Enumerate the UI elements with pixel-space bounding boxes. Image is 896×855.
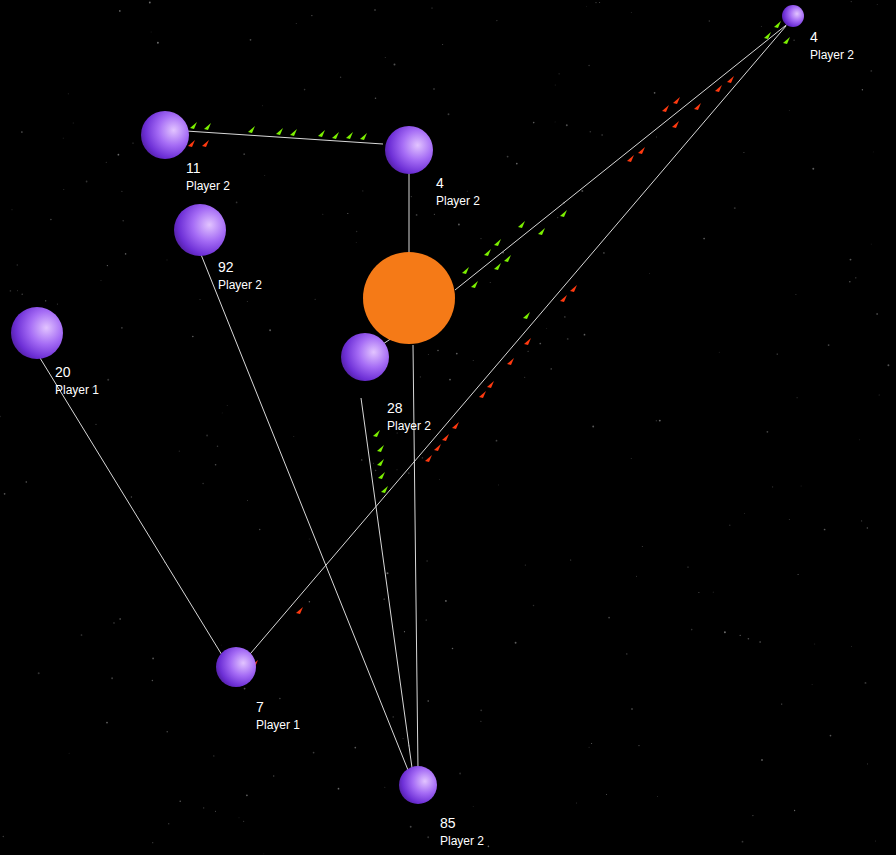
fleet-icon — [783, 37, 790, 44]
fleet-icon — [377, 445, 384, 452]
owner-label: Player 2 — [186, 177, 230, 195]
fleet-icon — [471, 281, 478, 288]
starfield — [0, 0, 896, 855]
fleet-icon — [202, 140, 209, 147]
fleet-icon — [487, 381, 494, 388]
fleet-icon — [523, 312, 530, 319]
fleet-icon — [494, 239, 501, 246]
fleets — [0, 0, 896, 855]
fleet-icon — [190, 122, 197, 129]
planet-label: 92Player 2 — [218, 258, 262, 294]
fleet-icon — [538, 228, 545, 235]
fleet-icon — [627, 155, 634, 162]
fleet-icon — [570, 285, 577, 292]
fleet-icon — [373, 430, 380, 437]
ship-count: 28 — [387, 399, 431, 417]
ship-count: 4 — [810, 28, 854, 46]
fleet-icon — [662, 105, 669, 112]
fleet-icon — [484, 249, 491, 256]
fleet-icon — [524, 338, 531, 345]
ship-count: 20 — [55, 363, 99, 381]
ship-count: 7 — [256, 698, 300, 716]
fleet-icon — [504, 255, 511, 262]
fleet-icon — [518, 221, 525, 228]
owner-label: Player 2 — [436, 192, 480, 210]
planet-label: 28Player 2 — [387, 399, 431, 435]
planet-label: 4Player 2 — [436, 174, 480, 210]
owner-label: Player 2 — [810, 46, 854, 64]
fleet-icon — [276, 128, 283, 135]
fleet-icon — [494, 263, 501, 270]
fleet-icon — [764, 32, 771, 39]
sun — [363, 252, 455, 344]
fleet-icon — [318, 130, 325, 137]
planet[interactable] — [11, 307, 63, 359]
fleet-icon — [672, 121, 679, 128]
fleet-icon — [377, 459, 384, 466]
planet[interactable] — [216, 647, 256, 687]
fleet-icon — [560, 295, 567, 302]
owner-label: Player 2 — [440, 832, 484, 850]
fleet-icon — [479, 391, 486, 398]
owner-label: Player 1 — [256, 716, 300, 734]
ship-count: 92 — [218, 258, 262, 276]
fleet-icon — [290, 129, 297, 136]
planet[interactable] — [385, 126, 433, 174]
fleet-icon — [507, 358, 514, 365]
fleet-icon — [673, 97, 680, 104]
planet-label: 11Player 2 — [186, 159, 230, 195]
fleet-icon — [442, 434, 449, 441]
fleet-icon — [204, 123, 211, 130]
planet[interactable] — [782, 5, 804, 27]
planet[interactable] — [399, 766, 437, 804]
fleet-icon — [560, 210, 567, 217]
planet[interactable] — [141, 111, 189, 159]
fleet-icon — [332, 132, 339, 139]
planet-label: 20Player 1 — [55, 363, 99, 399]
ship-count: 4 — [436, 174, 480, 192]
fleet-icon — [434, 444, 441, 451]
fleet-icon — [715, 85, 722, 92]
planet[interactable] — [174, 204, 226, 256]
fleet-icon — [378, 472, 385, 479]
owner-label: Player 2 — [218, 276, 262, 294]
planet-label: 85Player 2 — [440, 814, 484, 850]
fleet-icon — [462, 267, 469, 274]
routes — [0, 0, 896, 855]
owner-label: Player 1 — [55, 381, 99, 399]
owner-label: Player 2 — [387, 417, 431, 435]
fleet-icon — [188, 140, 195, 147]
fleet-icon — [694, 103, 701, 110]
fleet-icon — [381, 486, 388, 493]
ship-count: 11 — [186, 159, 230, 177]
planet-label: 4Player 2 — [810, 28, 854, 64]
fleet-icon — [452, 422, 459, 429]
fleet-icon — [638, 147, 645, 154]
fleet-icon — [346, 132, 353, 139]
fleet-icon — [296, 607, 303, 614]
fleet-icon — [360, 133, 367, 140]
game-board: 4Player 211Player 24Player 292Player 220… — [0, 0, 896, 855]
fleet-icon — [425, 455, 432, 462]
planet-label: 7Player 1 — [256, 698, 300, 734]
planet[interactable] — [341, 333, 389, 381]
ship-count: 85 — [440, 814, 484, 832]
fleet-icon — [248, 126, 255, 133]
fleet-icon — [727, 76, 734, 83]
fleet-icon — [774, 21, 781, 28]
